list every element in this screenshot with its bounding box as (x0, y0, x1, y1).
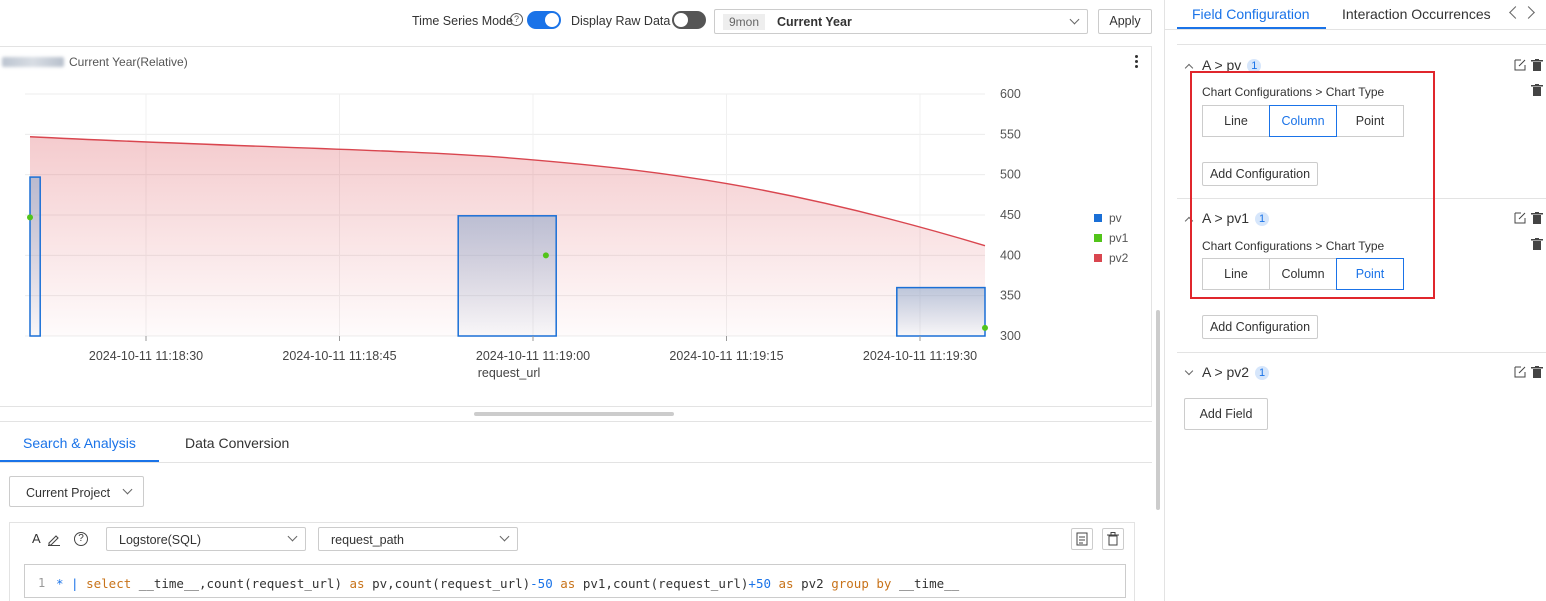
chevron-down-icon (287, 531, 298, 542)
active-tab-indicator (1177, 27, 1326, 29)
legend-swatch (1094, 234, 1102, 242)
panel-resize-handle[interactable] (474, 412, 674, 416)
edit-icon[interactable] (1514, 212, 1526, 224)
help-icon[interactable]: ? (510, 13, 523, 26)
trash-icon[interactable] (1531, 84, 1543, 96)
pv1-point (27, 214, 33, 221)
trash-icon[interactable] (1531, 212, 1543, 224)
active-tab-indicator (0, 460, 159, 462)
logstore-select-value: Logstore(SQL) (119, 533, 201, 547)
sql-query-text: * | select __time__,count(request_url) a… (56, 576, 960, 591)
edit-icon[interactable] (1514, 59, 1526, 71)
trash-icon[interactable] (1531, 366, 1543, 378)
tab-interaction-occurrences[interactable]: Interaction Occurrences (1342, 6, 1491, 22)
pv-bar (29, 176, 41, 337)
legend-label: pv1 (1109, 231, 1129, 245)
trash-icon[interactable] (1531, 59, 1543, 71)
pv1-point (542, 252, 549, 259)
apply-button[interactable]: Apply (1098, 9, 1152, 34)
font-size-icon[interactable]: A (32, 531, 41, 546)
bottom-tabs: Search & Analysis Data Conversion (0, 421, 1152, 463)
pv-bar (896, 286, 986, 337)
x-tick-label: 2024-10-11 11:18:30 (89, 349, 203, 363)
y-tick-label: 550 (1000, 127, 1021, 141)
chart-type-column[interactable]: Column (1269, 105, 1337, 137)
project-select[interactable]: Current Project (9, 476, 144, 507)
y-tick-label: 400 (1000, 248, 1021, 262)
more-options-icon[interactable] (1135, 55, 1139, 70)
tab-data-conversion[interactable]: Data Conversion (185, 435, 289, 451)
logstore-select[interactable]: Logstore(SQL) (106, 527, 306, 551)
legend-swatch (1094, 214, 1102, 222)
pv-bar (457, 215, 557, 337)
chart-type-point[interactable]: Point (1336, 258, 1404, 290)
chart-title: Current Year(Relative) (69, 55, 188, 69)
y-tick-label: 600 (1000, 87, 1021, 101)
x-tick-label: 2024-10-11 11:19:15 (669, 349, 783, 363)
x-tick-label: 2024-10-11 11:19:30 (863, 349, 977, 363)
query-toolbar: Time Series Mode ? Display Raw Data 9mon… (0, 0, 1160, 44)
time-series-mode-label: Time Series Mode (412, 14, 513, 28)
help-icon[interactable]: ? (74, 532, 88, 546)
tab-search-analysis[interactable]: Search & Analysis (23, 435, 136, 451)
time-range-select[interactable]: 9mon Current Year (714, 9, 1088, 34)
legend-label: pv2 (1109, 251, 1129, 265)
edit-icon[interactable] (1514, 366, 1526, 378)
chevron-down-icon (122, 484, 133, 495)
display-raw-data-label: Display Raw Data (571, 14, 671, 28)
edit-icon[interactable] (47, 532, 61, 546)
time-range-badge: 9mon (723, 14, 766, 30)
y-tick-label: 450 (1000, 208, 1021, 222)
field-header-pv2[interactable]: A > pv2 1 (1202, 364, 1270, 380)
tabs-divider (1164, 29, 1546, 30)
chevron-down-icon (499, 531, 510, 542)
x-tick-label: 2024-10-11 11:18:45 (282, 349, 396, 363)
field-select-value: request_path (331, 533, 404, 547)
legend-label: pv (1109, 211, 1122, 225)
pv1-point (982, 324, 988, 331)
trash-icon[interactable] (1102, 528, 1124, 550)
document-icon[interactable] (1071, 528, 1093, 550)
y-tick-label: 350 (1000, 289, 1021, 303)
line-number: 1 (38, 576, 46, 590)
time-series-toggle[interactable] (527, 11, 561, 29)
time-range-value: Current Year (777, 15, 852, 29)
chevron-down-icon (1069, 14, 1080, 25)
divider (1177, 352, 1546, 353)
divider (1177, 44, 1546, 45)
trash-icon[interactable] (1531, 238, 1543, 250)
add-field-button[interactable]: Add Field (1184, 398, 1268, 430)
tab-field-configuration[interactable]: Field Configuration (1192, 6, 1310, 22)
blurred-chart-name (2, 57, 64, 67)
vertical-scrollbar[interactable] (1156, 310, 1160, 510)
legend-swatch (1094, 254, 1102, 262)
y-tick-label: 500 (1000, 168, 1021, 182)
count-badge: 1 (1255, 366, 1270, 380)
add-configuration-button[interactable]: Add Configuration (1202, 315, 1318, 339)
chart-svg: 600 550 500 450 400 350 300 2024-10-11 11:18:30… (25, 87, 1129, 380)
project-select-value: Current Project (26, 486, 111, 500)
x-tick-label: 2024-10-11 11:19:00 (476, 349, 590, 363)
x-axis-label: request_url (478, 366, 541, 380)
raw-data-toggle[interactable] (672, 11, 706, 29)
field-select[interactable]: request_path (318, 527, 518, 551)
y-tick-label: 300 (1000, 329, 1021, 343)
